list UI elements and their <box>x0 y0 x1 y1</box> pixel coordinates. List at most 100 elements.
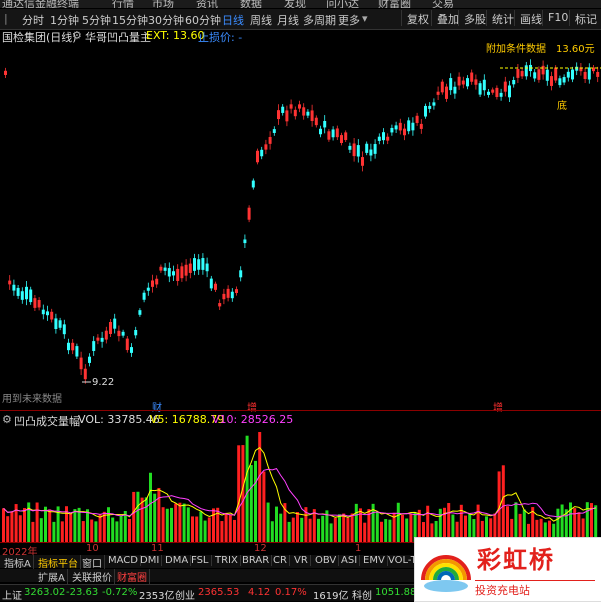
candle-body <box>12 284 16 291</box>
rainbow-bridge-watermark: 彩虹桥 投资充电站 <box>414 537 601 602</box>
ind-tab-emv[interactable]: EMV <box>361 555 388 566</box>
candle-body <box>67 342 70 351</box>
candle-body <box>306 111 310 116</box>
event-marker-increase[interactable]: 增 <box>247 399 257 414</box>
menu-ask[interactable]: 问小达 <box>326 0 359 8</box>
candle-body <box>327 131 331 140</box>
ind-tab-cr[interactable]: CR <box>271 555 290 566</box>
volume-bar <box>245 435 249 542</box>
volume-bar <box>98 514 102 542</box>
period-tab-more[interactable]: 更多 <box>338 12 360 28</box>
volume-bar <box>312 509 316 542</box>
candle-body <box>247 207 251 220</box>
sh-index-change: -23.63 <box>66 587 99 598</box>
candle-body <box>239 270 243 278</box>
ind-tab-platform[interactable]: 指标平台 <box>36 555 81 570</box>
period-tab-weekly[interactable]: 周线 <box>250 12 272 28</box>
high-price-label: 13.60元 <box>556 44 595 55</box>
candle-body <box>512 80 516 85</box>
candle-body <box>209 278 213 289</box>
candle-body <box>398 122 402 131</box>
ind-tab-dmi[interactable]: DMI <box>138 555 163 566</box>
period-tab-30min[interactable]: 30分钟 <box>148 12 184 28</box>
candle-body <box>516 69 520 78</box>
candle-body <box>331 129 335 138</box>
period-tab-intraday[interactable]: 分时 <box>22 12 44 28</box>
candle-body <box>508 85 511 98</box>
volume-bar <box>212 508 215 542</box>
candle-body <box>365 143 369 153</box>
menu-market[interactable]: 市场 <box>152 0 174 8</box>
sub-tab-extend[interactable]: 扩展A <box>36 569 68 584</box>
ind-tab-asi[interactable]: ASI <box>339 555 361 566</box>
volume-chart[interactable] <box>0 427 601 542</box>
candle-body <box>218 303 222 307</box>
volume-bar <box>81 521 85 542</box>
indicator-settings-icon[interactable]: ⚙ <box>72 29 82 42</box>
candle-body <box>524 65 528 77</box>
ind-tab-fsl[interactable]: FSL <box>189 555 212 566</box>
candle-body <box>445 86 448 99</box>
cy-index-pct: 0.17% <box>275 587 307 598</box>
menu-data[interactable]: 数据 <box>240 0 262 8</box>
volume-bar <box>39 518 43 542</box>
volume-bar <box>249 465 253 542</box>
ind-tab-a[interactable]: 指标A <box>2 555 34 570</box>
volume-bar <box>186 507 190 542</box>
candle-body <box>172 271 175 276</box>
period-tab-60min[interactable]: 60分钟 <box>185 12 221 28</box>
low-price-label: 9.22 <box>92 377 115 388</box>
ind-tab-brar[interactable]: BRAR <box>240 555 273 566</box>
vol-value: VOL: 33785.46 <box>78 413 160 426</box>
period-tab-daily[interactable]: 日线 <box>222 12 244 28</box>
ind-tab-window[interactable]: 窗口 <box>80 555 105 570</box>
menu-wealth[interactable]: 财富圈 <box>378 0 411 8</box>
menu-discover[interactable]: 发现 <box>284 0 306 8</box>
candle-body <box>256 150 259 163</box>
candle-body <box>533 72 537 79</box>
candle-body <box>130 347 133 353</box>
volume-settings-icon[interactable]: ⚙ <box>2 413 12 426</box>
ind-tab-obv[interactable]: OBV <box>313 555 340 566</box>
candle-body <box>470 72 474 82</box>
event-marker-increase-2[interactable]: 增 <box>493 399 503 414</box>
period-tab-5min[interactable]: 5分钟 <box>82 12 111 28</box>
ind-tab-vr[interactable]: VR <box>292 555 311 566</box>
menu-quotes[interactable]: 行情 <box>112 0 134 8</box>
sub-tab-wealth[interactable]: 财富圈 <box>115 569 150 584</box>
candle-body <box>151 280 154 287</box>
ext-value: EXT: 13.60 <box>146 29 205 42</box>
period-tab-monthly[interactable]: 月线 <box>277 12 299 28</box>
menu-trade[interactable]: 交易 <box>432 0 454 8</box>
ind-tab-dma[interactable]: DMA <box>163 555 192 566</box>
candle-body <box>142 292 146 300</box>
candle-body <box>58 320 62 328</box>
candle-body <box>260 149 264 157</box>
candle-body <box>113 318 117 329</box>
candle-body <box>205 263 209 272</box>
candle-body <box>176 268 180 281</box>
candle-body <box>373 144 377 154</box>
price-chart[interactable] <box>0 43 601 400</box>
candle-body <box>41 309 45 315</box>
more-dropdown-icon[interactable]: ▾ <box>362 12 368 25</box>
menu-news[interactable]: 资讯 <box>196 0 218 8</box>
adjust-button[interactable]: 复权 <box>401 10 434 26</box>
candle-body <box>92 341 96 351</box>
volume-bar <box>136 491 140 542</box>
period-tab-15min[interactable]: 15分钟 <box>112 12 148 28</box>
candle-body <box>88 356 91 363</box>
period-tab-multi[interactable]: 多周期 <box>303 12 336 28</box>
candle-body <box>449 78 453 91</box>
ind-tab-trix[interactable]: TRIX <box>213 555 241 566</box>
candle-body <box>146 287 150 291</box>
event-marker-finance[interactable]: 财 <box>152 399 162 414</box>
volume-bar <box>291 517 295 542</box>
candle-body <box>550 76 553 86</box>
sub-tab-related[interactable]: 关联报价 <box>70 569 115 584</box>
mark-button[interactable]: 标记 <box>569 10 601 26</box>
volume-bar <box>174 503 178 542</box>
period-tab-1min[interactable]: 1分钟 <box>50 12 79 28</box>
watermark-divider <box>475 580 595 581</box>
ind-tab-macd[interactable]: MACD <box>106 555 141 566</box>
